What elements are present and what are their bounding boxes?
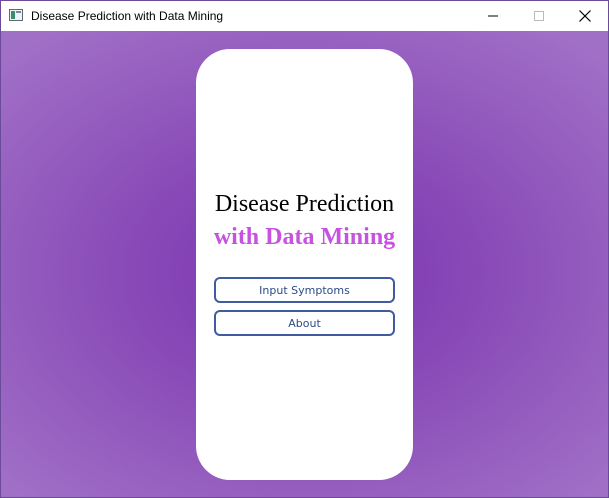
maximize-icon [534, 11, 544, 21]
input-symptoms-button[interactable]: Input Symptoms [214, 277, 395, 303]
main-background: Disease Prediction with Data Mining Inpu… [1, 31, 608, 497]
app-icon [9, 9, 23, 21]
window-title: Disease Prediction with Data Mining [31, 9, 224, 23]
title-bar[interactable]: Disease Prediction with Data Mining [1, 1, 608, 31]
close-button[interactable] [562, 1, 608, 31]
close-icon [579, 10, 591, 22]
about-button[interactable]: About [214, 310, 395, 336]
main-card: Disease Prediction with Data Mining Inpu… [196, 49, 413, 480]
minimize-button[interactable] [470, 1, 516, 31]
app-subheading: with Data Mining [213, 224, 396, 250]
minimize-icon [488, 15, 498, 17]
app-heading: Disease Prediction [214, 191, 395, 217]
app-window: Disease Prediction with Data Mining Dise… [0, 0, 609, 498]
maximize-button[interactable] [516, 1, 562, 31]
